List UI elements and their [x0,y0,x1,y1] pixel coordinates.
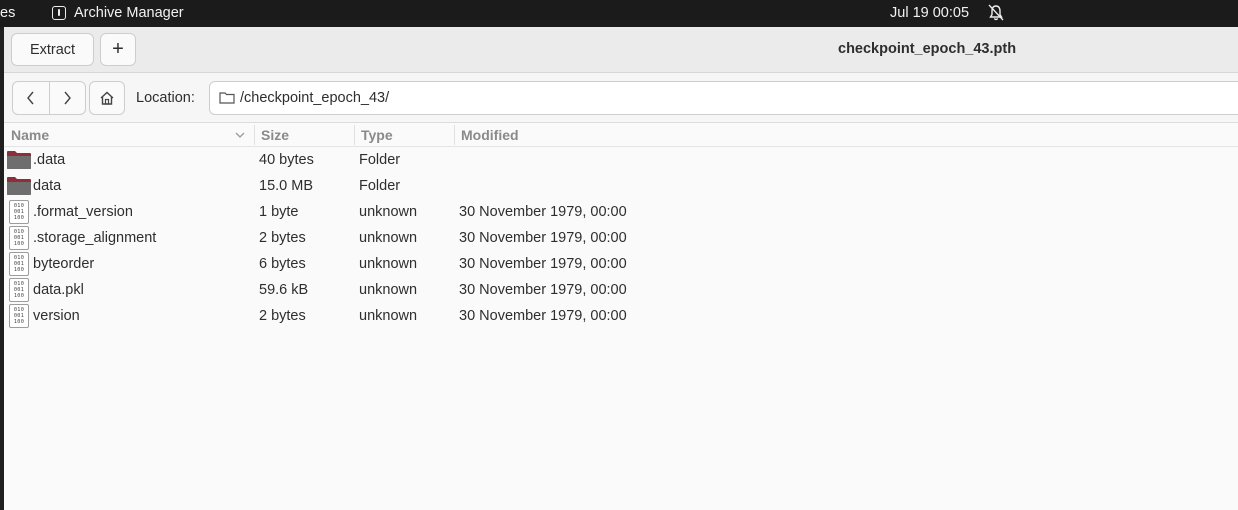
notification-bell-icon[interactable] [988,4,1004,22]
binary-file-icon: 010 001 100 [9,304,29,328]
file-list: .data 40 bytes Folder data 15.0 MB Folder 010 0… [4,147,1238,329]
file-modified: 30 November 1979, 00:00 [459,282,627,298]
file-row[interactable]: 010 001 100 .format_version 1 byte unknown 30 … [4,199,1238,225]
binary-file-icon: 010 001 100 [9,226,29,250]
system-top-bar: es Archive Manager Jul 19 00:05 [0,0,1238,27]
file-modified: 30 November 1979, 00:00 [459,230,627,246]
location-label: Location: [136,90,195,106]
file-type: unknown [359,256,418,272]
file-type: unknown [359,282,418,298]
column-header-name[interactable]: Name [11,127,49,143]
archive-manager-window: Extract + checkpoint_epoch_43.pth Locati… [4,27,1238,510]
file-name: version [33,308,80,324]
binary-file-icon: 010 001 100 [9,278,29,302]
folder-icon [219,92,235,104]
file-name: byteorder [33,256,95,272]
clock[interactable]: Jul 19 00:05 [890,5,969,21]
file-row[interactable]: 010 001 100 data.pkl 59.6 kB unknown 30 Novemb… [4,277,1238,303]
location-field[interactable]: /checkpoint_epoch_43/ [209,81,1238,115]
column-separator[interactable] [454,125,455,145]
location-path: /checkpoint_epoch_43/ [240,90,390,106]
home-button[interactable] [89,81,125,115]
column-header-type[interactable]: Type [361,127,393,143]
file-type: unknown [359,308,418,324]
folder-icon [7,177,31,195]
file-type: Folder [359,152,401,168]
file-modified: 30 November 1979, 00:00 [459,256,627,272]
home-icon [100,91,114,105]
back-button[interactable] [13,82,49,114]
activities-button[interactable]: es [0,5,15,21]
archive-manager-app-icon [52,6,66,20]
file-row[interactable]: data 15.0 MB Folder [4,173,1238,199]
file-name: .format_version [33,204,133,220]
file-row[interactable]: 010 001 100 .storage_alignment 2 bytes unknow… [4,225,1238,251]
header-bar: Extract + checkpoint_epoch_43.pth [4,27,1238,73]
file-row[interactable]: 010 001 100 version 2 bytes unknown 30 Novembe… [4,303,1238,329]
file-row[interactable]: .data 40 bytes Folder [4,147,1238,173]
extract-button[interactable]: Extract [11,33,94,66]
file-size: 1 byte [259,204,299,220]
column-header-size[interactable]: Size [261,127,289,143]
binary-file-icon: 010 001 100 [9,200,29,224]
file-size: 2 bytes [259,308,306,324]
chevron-left-icon [27,91,34,105]
column-separator[interactable] [354,125,355,145]
location-bar: Location: /checkpoint_epoch_43/ [4,73,1238,123]
file-size: 2 bytes [259,230,306,246]
forward-button[interactable] [48,82,85,114]
file-size: 15.0 MB [259,178,313,194]
app-menu[interactable]: Archive Manager [74,5,184,21]
file-type: unknown [359,230,418,246]
file-modified: 30 November 1979, 00:00 [459,308,627,324]
file-row[interactable]: 010 001 100 byteorder 6 bytes unknown 30 Novem… [4,251,1238,277]
file-size: 59.6 kB [259,282,309,298]
window-title: checkpoint_epoch_43.pth [838,41,1017,57]
file-size: 40 bytes [259,152,314,168]
file-modified: 30 November 1979, 00:00 [459,204,627,220]
file-list-header: Name Size Type Modified [4,123,1238,147]
column-header-modified[interactable]: Modified [461,127,519,143]
navigation-buttons [12,81,86,115]
file-type: Folder [359,178,401,194]
file-name: data.pkl [33,282,84,298]
binary-file-icon: 010 001 100 [9,252,29,276]
column-separator[interactable] [254,125,255,145]
file-name: .data [33,152,66,168]
folder-icon [7,151,31,169]
file-type: unknown [359,204,418,220]
sort-descending-icon[interactable] [234,129,246,141]
add-files-button[interactable]: + [100,33,136,66]
file-size: 6 bytes [259,256,306,272]
file-name: data [33,178,62,194]
chevron-right-icon [64,91,72,105]
file-name: .storage_alignment [33,230,157,246]
